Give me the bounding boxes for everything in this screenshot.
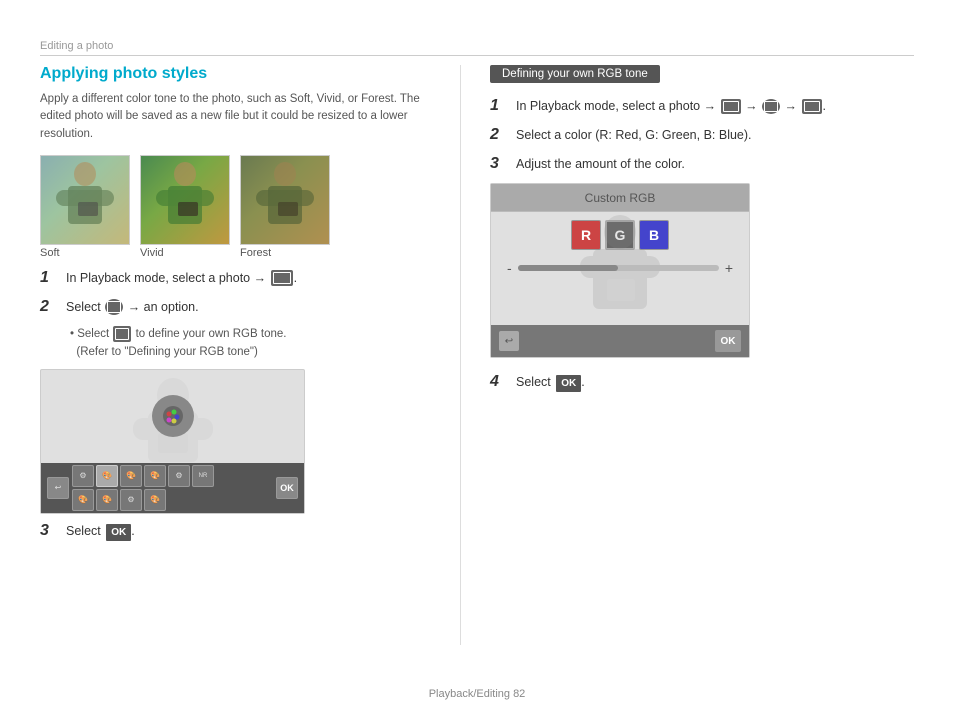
breadcrumb: Editing a photo <box>40 40 113 52</box>
cam-icon-9[interactable]: ⚙ <box>120 489 142 511</box>
rgb-ui-box: Custom RGB R G B - + ↩ OK <box>490 183 750 358</box>
left-column: Applying photo styles Apply a different … <box>40 65 430 551</box>
photo-forest-label: Forest <box>240 247 330 259</box>
rgb-badge: Defining your own RGB tone <box>490 65 660 83</box>
right-step-1: 1 In Playback mode, select a photo → → →… <box>490 97 910 116</box>
photo-example-vivid: Vivid <box>140 155 230 259</box>
rgb-ok-button[interactable]: OK <box>715 330 741 352</box>
cam-icon-1[interactable]: ⚙ <box>72 465 94 487</box>
step-2: 2 Select → an option. <box>40 298 430 317</box>
settings-icon <box>113 326 131 342</box>
cam-icon-5[interactable]: ⚙ <box>168 465 190 487</box>
right-playback-icon <box>721 99 741 114</box>
right-menu-icon <box>762 99 780 114</box>
photo-example-forest: Forest <box>240 155 330 259</box>
ok-label-right: OK <box>556 375 581 392</box>
cam-icon-10[interactable]: 🎨 <box>144 489 166 511</box>
cam-icon-4[interactable]: 🎨 <box>144 465 166 487</box>
photo-soft-label: Soft <box>40 247 130 259</box>
right-column: Defining your own RGB tone 1 In Playback… <box>490 65 910 402</box>
cam-icon-3[interactable]: 🎨 <box>120 465 142 487</box>
step-2-text: Select → an option. <box>66 298 430 317</box>
section-desc: Apply a different color tone to the phot… <box>40 91 430 143</box>
column-divider <box>460 65 461 645</box>
cam-icon-8[interactable]: 🎨 <box>96 489 118 511</box>
right-step-3: 3 Adjust the amount of the color. <box>490 155 910 174</box>
step-3: 3 Select OK. <box>40 522 430 541</box>
photo-soft <box>40 155 130 245</box>
page-footer: Playback/Editing 82 <box>0 688 954 700</box>
right-step-4-num: 4 <box>490 373 510 391</box>
step-1: 1 In Playback mode, select a photo → . <box>40 269 430 288</box>
bullet-item: • Select to define your own RGB tone. (R… <box>70 326 430 361</box>
section-title: Applying photo styles <box>40 65 430 83</box>
step-3-text: Select OK. <box>66 522 430 541</box>
step-1-text: In Playback mode, select a photo → . <box>66 269 430 288</box>
right-step-4-text: Select OK. <box>516 373 910 392</box>
right-step-3-num: 3 <box>490 155 510 173</box>
right-rgb-icon <box>802 99 822 114</box>
rgb-back-button[interactable]: ↩ <box>499 331 519 351</box>
palette-icon <box>152 395 194 437</box>
camera-bottom-bar: ↩ ⚙ 🎨 🎨 🎨 ⚙ NR 🎨 🎨 ⚙ 🎨 <box>41 463 304 513</box>
right-step-1-text: In Playback mode, select a photo → → → . <box>516 97 910 116</box>
camera-ui-mockup: Soft ↩ ⚙ <box>40 369 305 514</box>
playback-icon <box>271 270 293 286</box>
photo-forest <box>240 155 330 245</box>
cam-back-btn[interactable]: ↩ <box>47 477 69 499</box>
cam-icon-7[interactable]: 🎨 <box>72 489 94 511</box>
cam-ok-btn[interactable]: OK <box>276 477 298 499</box>
page: Editing a photo Applying photo styles Ap… <box>0 0 954 720</box>
top-divider <box>40 55 914 56</box>
right-step-2-text: Select a color (R: Red, G: Green, B: Blu… <box>516 126 910 145</box>
step-2-num: 2 <box>40 298 60 316</box>
rgb-slider-track[interactable] <box>518 265 719 271</box>
rgb-bottom-bar: ↩ OK <box>491 325 749 357</box>
right-step-3-text: Adjust the amount of the color. <box>516 155 910 174</box>
menu-icon <box>105 299 123 315</box>
right-step-2-num: 2 <box>490 126 510 144</box>
photo-vivid-label: Vivid <box>140 247 230 259</box>
right-step-4: 4 Select OK. <box>490 373 910 392</box>
photo-vivid <box>140 155 230 245</box>
right-step-2: 2 Select a color (R: Red, G: Green, B: B… <box>490 126 910 145</box>
ok-label-left: OK <box>106 524 131 541</box>
cam-icon-6[interactable]: NR <box>192 465 214 487</box>
step-3-num: 3 <box>40 522 60 540</box>
rgb-header: Custom RGB <box>491 184 749 212</box>
rgb-slider-fill <box>518 265 619 271</box>
photo-example-soft: Soft <box>40 155 130 259</box>
cam-icon-2[interactable]: 🎨 <box>96 465 118 487</box>
step-1-num: 1 <box>40 269 60 287</box>
right-step-1-num: 1 <box>490 97 510 115</box>
photo-examples: Soft Vivid <box>40 155 430 259</box>
